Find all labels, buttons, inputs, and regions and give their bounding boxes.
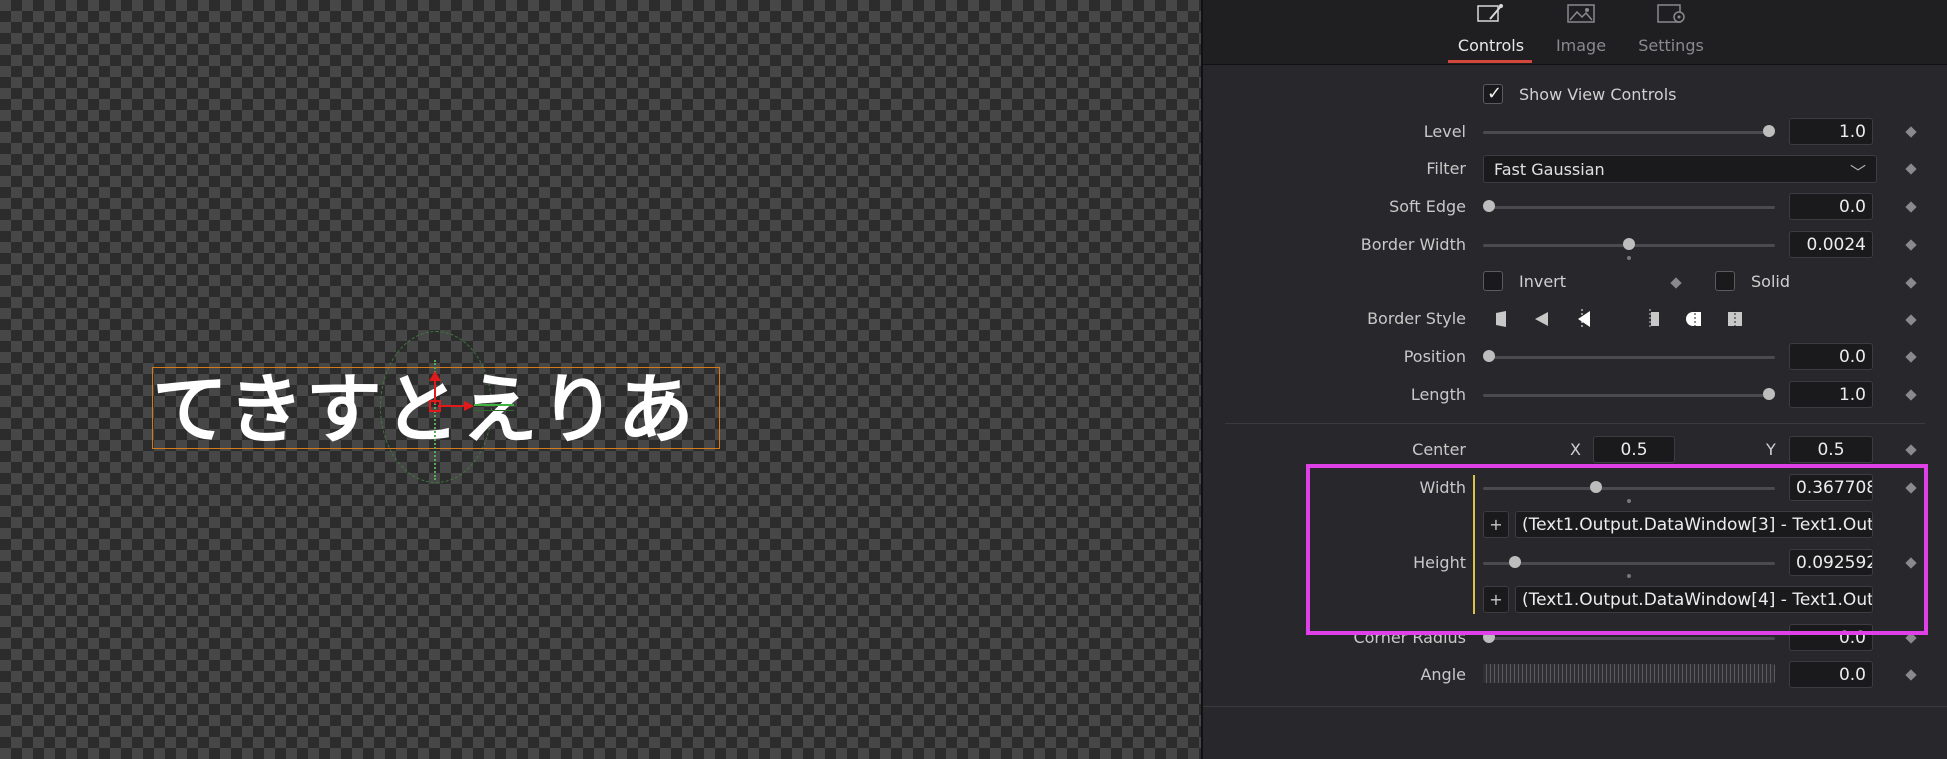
- position-value-field[interactable]: 0.0: [1789, 343, 1873, 370]
- angle-handle-line[interactable]: [474, 404, 514, 411]
- position-label-cell: Position: [1203, 342, 1466, 372]
- checkmark-icon: ✓: [1487, 83, 1503, 104]
- angle-label: Angle: [1420, 665, 1466, 684]
- level-keyframe-icon[interactable]: [1905, 126, 1917, 138]
- tab-controls-label: Controls: [1457, 36, 1525, 55]
- length-value-field[interactable]: 1.0: [1789, 381, 1873, 408]
- center-keyframe-icon[interactable]: [1905, 444, 1917, 456]
- level-label: Level: [1423, 122, 1466, 141]
- soft-edge-label-cell: Soft Edge: [1203, 192, 1466, 222]
- bottom-divider: [1203, 706, 1947, 707]
- show-view-controls-checkbox[interactable]: ✓: [1483, 83, 1503, 104]
- center-label: Center: [1412, 440, 1466, 459]
- length-slider-thumb[interactable]: [1763, 388, 1775, 400]
- level-slider-thumb[interactable]: [1763, 125, 1775, 137]
- inspector-panel: Controls Image Settings ✓ Show View Cont…: [1203, 0, 1947, 759]
- filter-dropdown[interactable]: Fast Gaussian ﹀: [1483, 155, 1877, 183]
- border-width-keyframe-icon[interactable]: [1905, 239, 1917, 251]
- border-style-bevel-icon[interactable]: [1492, 309, 1512, 329]
- length-label: Length: [1410, 385, 1466, 404]
- tab-image-label: Image: [1555, 36, 1607, 55]
- tab-settings[interactable]: Settings: [1626, 0, 1716, 64]
- level-slider-track[interactable]: [1483, 131, 1775, 134]
- corner-radius-slider-track[interactable]: [1483, 637, 1775, 640]
- soft-edge-slider-track[interactable]: [1483, 206, 1775, 209]
- center-y-label: Y: [1766, 440, 1776, 459]
- filter-label-cell: Filter: [1203, 154, 1466, 184]
- viewer-canvas[interactable]: てきすとえりあ: [0, 0, 1201, 759]
- level-label-cell: Level: [1203, 117, 1466, 147]
- angle-keyframe-icon[interactable]: [1905, 669, 1917, 681]
- angle-label-cell: Angle: [1203, 660, 1466, 690]
- solid-label: Solid: [1751, 272, 1790, 291]
- length-label-cell: Length: [1203, 380, 1466, 410]
- chevron-down-icon: ﹀: [1849, 163, 1866, 182]
- border-cap-round-icon[interactable]: [1685, 309, 1705, 329]
- angle-value-field[interactable]: 0.0: [1789, 661, 1873, 688]
- border-width-value-field[interactable]: 0.0024: [1789, 231, 1873, 258]
- center-x-label: X: [1570, 440, 1581, 459]
- border-width-default-dot: [1627, 256, 1631, 260]
- center-x-field[interactable]: 0.5: [1593, 436, 1675, 463]
- soft-edge-slider-thumb[interactable]: [1483, 200, 1495, 212]
- soft-edge-label: Soft Edge: [1389, 197, 1466, 216]
- x-axis-arrow-handle[interactable]: [464, 401, 474, 411]
- highlight-annotation-box: [1306, 464, 1928, 635]
- position-slider-track[interactable]: [1483, 356, 1775, 359]
- invert-label: Invert: [1519, 272, 1567, 291]
- border-width-label-cell: Border Width: [1203, 230, 1466, 260]
- filter-keyframe-icon[interactable]: [1905, 163, 1917, 175]
- border-width-slider-thumb[interactable]: [1623, 238, 1635, 250]
- y-axis-arrow-handle[interactable]: [429, 371, 441, 381]
- position-slider-thumb[interactable]: [1483, 350, 1495, 362]
- soft-edge-value-field[interactable]: 0.0: [1789, 193, 1873, 220]
- filter-label: Filter: [1426, 159, 1466, 178]
- invert-checkbox[interactable]: [1483, 271, 1503, 291]
- border-style-miter-icon[interactable]: [1572, 309, 1592, 329]
- active-tab-underline: [1448, 60, 1532, 63]
- length-keyframe-icon[interactable]: [1905, 389, 1917, 401]
- center-y-field[interactable]: 0.5: [1789, 436, 1873, 463]
- settings-gear-icon: [1657, 4, 1685, 23]
- border-cap-flat-icon[interactable]: [1645, 309, 1665, 329]
- soft-edge-keyframe-icon[interactable]: [1905, 201, 1917, 213]
- length-slider-track[interactable]: [1483, 394, 1775, 397]
- section-divider: [1225, 423, 1925, 424]
- border-cap-square-icon[interactable]: [1725, 309, 1745, 329]
- controls-wand-icon: [1477, 4, 1503, 22]
- level-value-field[interactable]: 1.0: [1789, 118, 1873, 145]
- image-icon: [1567, 4, 1595, 23]
- border-style-round-icon[interactable]: [1532, 309, 1552, 329]
- center-label-cell: Center: [1203, 435, 1466, 465]
- tab-settings-label: Settings: [1638, 36, 1704, 55]
- tab-image[interactable]: Image: [1536, 0, 1626, 64]
- border-style-label-cell: Border Style: [1203, 304, 1466, 334]
- position-label: Position: [1403, 347, 1466, 366]
- solid-checkbox[interactable]: [1715, 271, 1735, 291]
- position-keyframe-icon[interactable]: [1905, 351, 1917, 363]
- border-width-label: Border Width: [1360, 235, 1466, 254]
- inspector-tabs: Controls Image Settings: [1203, 0, 1947, 65]
- border-style-label: Border Style: [1367, 309, 1466, 328]
- angle-thumbwheel[interactable]: [1483, 664, 1775, 683]
- center-handle[interactable]: [429, 400, 441, 412]
- tab-controls[interactable]: Controls: [1446, 0, 1536, 64]
- invert-solid-keyframe-icon[interactable]: [1905, 277, 1917, 289]
- show-view-controls-label: Show View Controls: [1519, 85, 1677, 104]
- border-style-keyframe-icon[interactable]: [1905, 314, 1917, 326]
- filter-selected-value: Fast Gaussian: [1494, 160, 1605, 179]
- invert-keyframe-icon[interactable]: [1670, 277, 1682, 289]
- x-axis-handle-stem[interactable]: [438, 405, 466, 407]
